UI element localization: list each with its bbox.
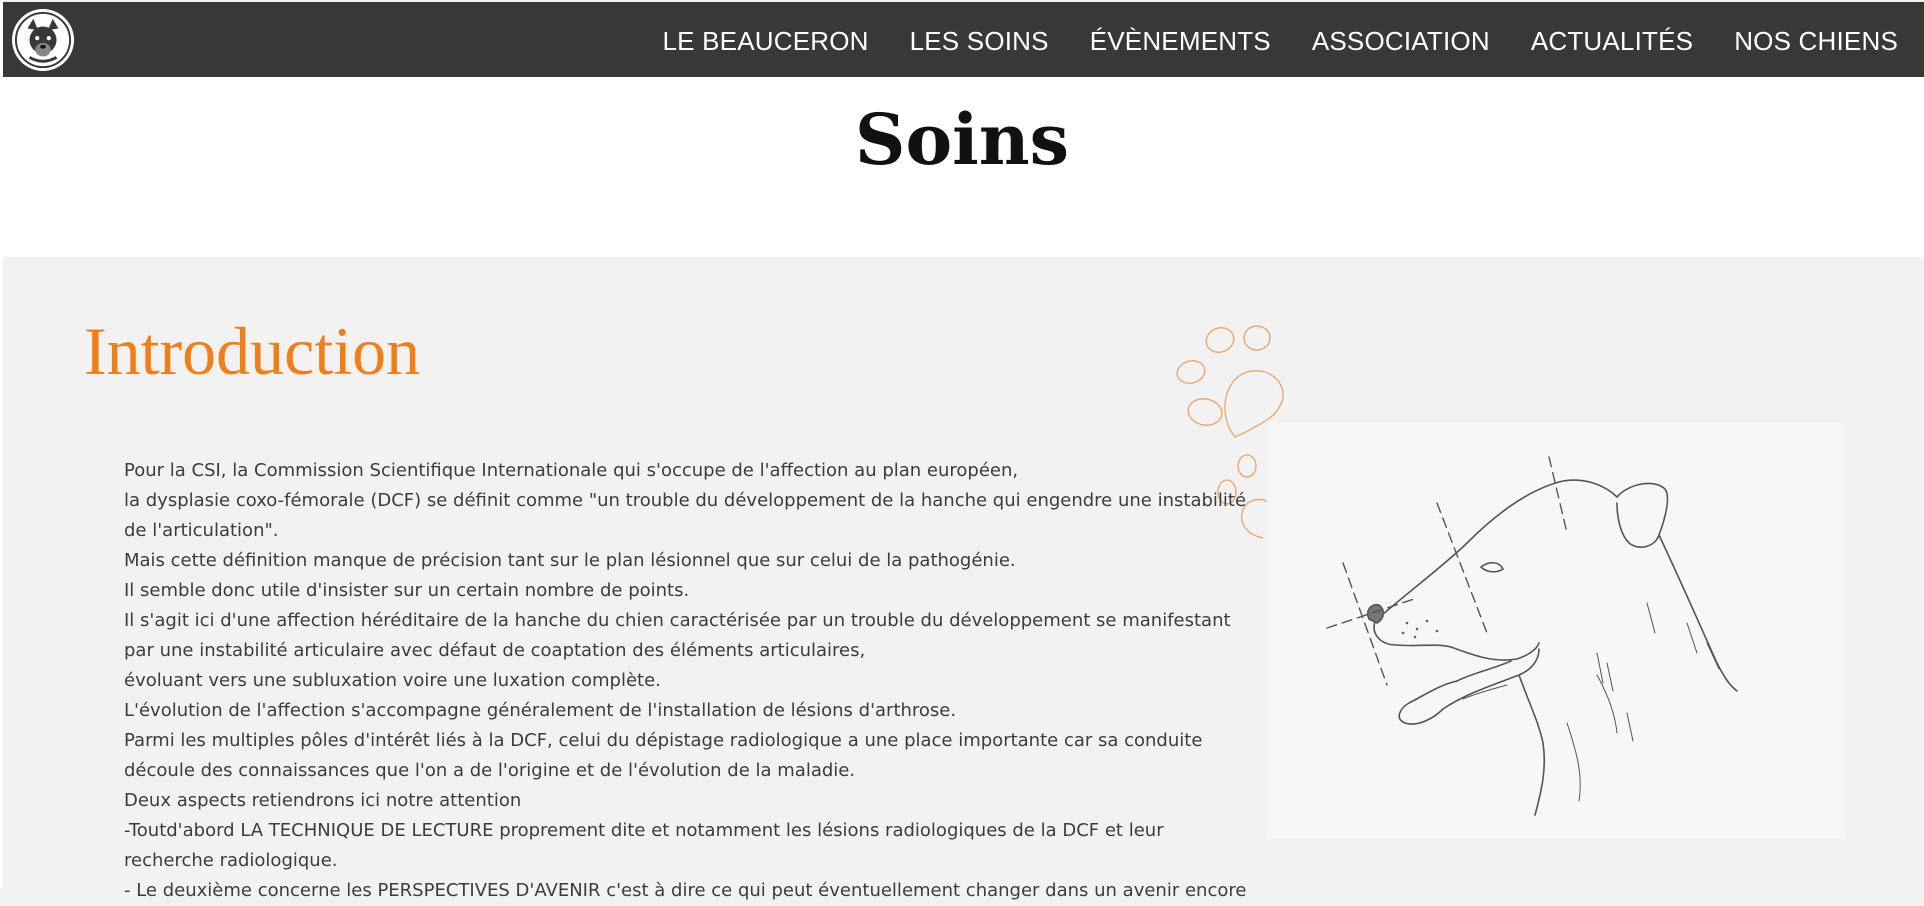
paragraph-line: découle des connaissances que l'on a de …: [124, 760, 856, 781]
introduction-text: Pour la CSI, la Commission Scientifique …: [124, 456, 1247, 906]
paragraph-line: Deux aspects retiendrons ici notre atten…: [124, 790, 522, 811]
paragraph-line: Il semble donc utile d'insister sur un c…: [124, 580, 690, 601]
paragraph-line: Parmi les multiples pôles d'intérêt liés…: [124, 730, 1203, 751]
paragraph-line: par une instabilité articulaire avec déf…: [124, 640, 866, 661]
paragraph-line: recherche radiologique.: [124, 850, 338, 871]
paragraph-line: évoluant vers une subluxation voire une …: [124, 670, 661, 691]
main-menu: LE BEAUCERON LES SOINS ÉVÈNEMENTS ASSOCI…: [621, 2, 1898, 81]
paragraph-line: -Toutd'abord LA TECHNIQUE DE LECTURE pro…: [124, 820, 1164, 841]
nav-nos-chiens[interactable]: NOS CHIENS: [1734, 26, 1898, 57]
nav-les-soins[interactable]: LES SOINS: [910, 26, 1049, 57]
paragraph-line: L'évolution de l'affection s'accompagne …: [124, 700, 957, 721]
logo-graphic: [14, 11, 72, 69]
dog-sketch-image: [1267, 423, 1845, 839]
paragraph-line: Pour la CSI, la Commission Scientifique …: [124, 460, 1019, 481]
nav-evenements[interactable]: ÉVÈNEMENTS: [1090, 26, 1271, 57]
paragraph-line: - Le deuxième concerne les PERSPECTIVES …: [124, 880, 1247, 901]
paragraph-line: la dysplasie coxo-fémorale (DCF) se défi…: [124, 490, 1247, 511]
beauceron-dog-logo-icon[interactable]: [12, 9, 74, 71]
paragraph-line: de l'articulation".: [124, 520, 279, 541]
top-navigation-bar: LE BEAUCERON LES SOINS ÉVÈNEMENTS ASSOCI…: [3, 2, 1924, 77]
nav-le-beauceron[interactable]: LE BEAUCERON: [662, 26, 868, 57]
page-title: Soins: [854, 98, 1070, 181]
paragraph-line: Mais cette définition manque de précisio…: [124, 550, 1016, 571]
section-heading: Introduction: [84, 313, 421, 389]
paragraph-line: Il s'agit ici d'une affection héréditair…: [124, 610, 1231, 631]
nav-association[interactable]: ASSOCIATION: [1312, 26, 1490, 57]
nav-actualites[interactable]: ACTUALITÉS: [1531, 26, 1693, 57]
dog-head-sketch: [1326, 456, 1738, 816]
